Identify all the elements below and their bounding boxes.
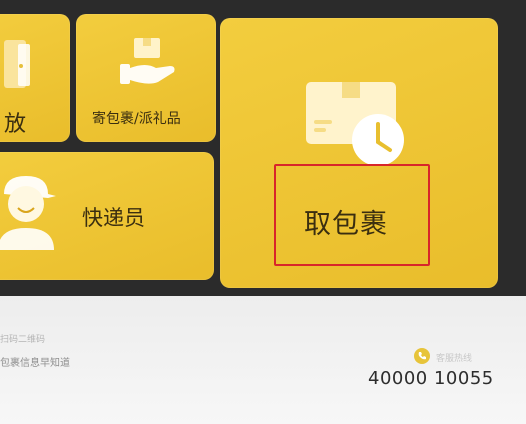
- phone-icon: [414, 348, 430, 364]
- tile-store[interactable]: 放: [0, 14, 70, 142]
- qr-hint: 扫码二维码: [0, 335, 46, 345]
- tile-send-parcel[interactable]: 寄包裹/派礼品: [76, 14, 216, 142]
- info-hint: 包裹信息早知道: [0, 358, 70, 369]
- highlight-box: [274, 164, 430, 266]
- locker-screen: 放 寄包裹/派礼品 快递员 取包裹 扫码二维码 包裹信息早知道 客服热线 400…: [0, 0, 526, 424]
- tile-courier[interactable]: 快递员: [0, 152, 214, 280]
- hotline-number: 40000 10055: [368, 368, 494, 389]
- courier-avatar-icon: [0, 176, 56, 250]
- hotline-label: 客服热线: [436, 354, 473, 364]
- door-icon: [4, 40, 30, 88]
- parcel-hand-icon: [120, 38, 175, 84]
- tile-send-parcel-label: 寄包裹/派礼品: [92, 111, 181, 127]
- footer-panel: 扫码二维码 包裹信息早知道 客服热线 40000 10055: [0, 296, 526, 424]
- tile-courier-label: 快递员: [82, 206, 145, 230]
- tile-store-label: 放: [4, 112, 27, 137]
